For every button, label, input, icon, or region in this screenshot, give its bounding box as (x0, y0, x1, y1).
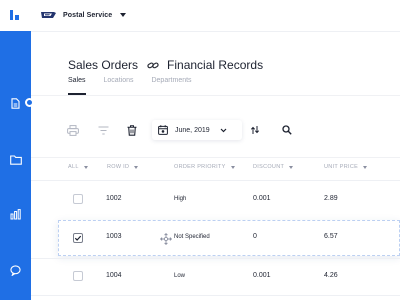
unit-price-cell: 4.26 (324, 272, 338, 279)
chevron-down-icon (134, 165, 139, 169)
chevron-down-icon (220, 128, 227, 132)
sort-icon[interactable] (249, 124, 261, 136)
title-sales-orders[interactable]: Sales Orders (68, 58, 138, 72)
document-icon[interactable] (8, 96, 23, 111)
column-header-all[interactable]: ALL (68, 164, 88, 170)
chevron-down-icon (120, 13, 127, 17)
brand-selector[interactable]: Postal Service (41, 10, 127, 20)
chevron-down-icon (363, 165, 368, 169)
folder-icon[interactable] (8, 152, 23, 167)
tab-bar: Sales Locations Departments (68, 77, 210, 95)
calendar-icon (158, 125, 168, 135)
divider (31, 295, 400, 296)
column-header-row-id[interactable]: ROW ID (107, 164, 139, 170)
row-checkbox[interactable] (73, 271, 83, 281)
chat-icon[interactable] (8, 263, 23, 278)
chevron-down-icon (230, 165, 235, 169)
column-header-discount[interactable]: DISCOUNT (253, 164, 294, 170)
priority-cell: High (174, 196, 187, 202)
row-checkbox[interactable] (73, 194, 83, 204)
unit-price-cell: 2.89 (324, 195, 338, 202)
priority-cell: Low (174, 273, 186, 279)
chevron-down-icon (83, 165, 88, 169)
column-header-unit-price[interactable]: UNIT PRICE (324, 164, 368, 170)
unit-price-cell: 6.57 (324, 233, 338, 240)
active-indicator (25, 98, 34, 107)
row-id-cell: 1002 (106, 195, 122, 202)
date-picker[interactable]: June, 2019 (152, 120, 242, 140)
print-icon[interactable] (67, 124, 79, 136)
tab-departments[interactable]: Departments (151, 77, 191, 95)
bar-chart-icon[interactable] (8, 207, 23, 222)
tab-sales[interactable]: Sales (68, 77, 86, 95)
top-bar: Postal Service (31, 0, 400, 32)
chevron-down-icon (289, 165, 294, 169)
title-financial-records[interactable]: Financial Records (167, 58, 263, 72)
move-icon[interactable] (160, 233, 172, 245)
row-id-cell: 1003 (106, 233, 122, 240)
logo-icon[interactable] (0, 0, 31, 31)
brand-name: Postal Service (63, 11, 113, 19)
page-title: Sales Orders Financial Records (68, 58, 263, 72)
link-icon (147, 61, 159, 68)
discount-cell: 0 (253, 233, 257, 240)
checkmark-icon (74, 235, 82, 241)
divider (31, 95, 400, 96)
row-id-cell: 1004 (106, 272, 122, 279)
sidebar (0, 0, 34, 300)
discount-cell: 0.001 (253, 195, 271, 202)
date-value: June, 2019 (175, 126, 210, 134)
trash-icon[interactable] (126, 124, 138, 136)
column-header-order-priority[interactable]: ORDER PRIORITY (174, 164, 235, 170)
tab-locations[interactable]: Locations (104, 77, 134, 95)
eagle-logo-icon (41, 12, 56, 18)
filter-icon[interactable] (97, 124, 109, 136)
row-checkbox[interactable] (73, 233, 83, 243)
priority-cell: Not Specified (174, 234, 210, 240)
divider (31, 157, 400, 158)
discount-cell: 0.001 (253, 272, 271, 279)
search-icon[interactable] (281, 124, 293, 136)
